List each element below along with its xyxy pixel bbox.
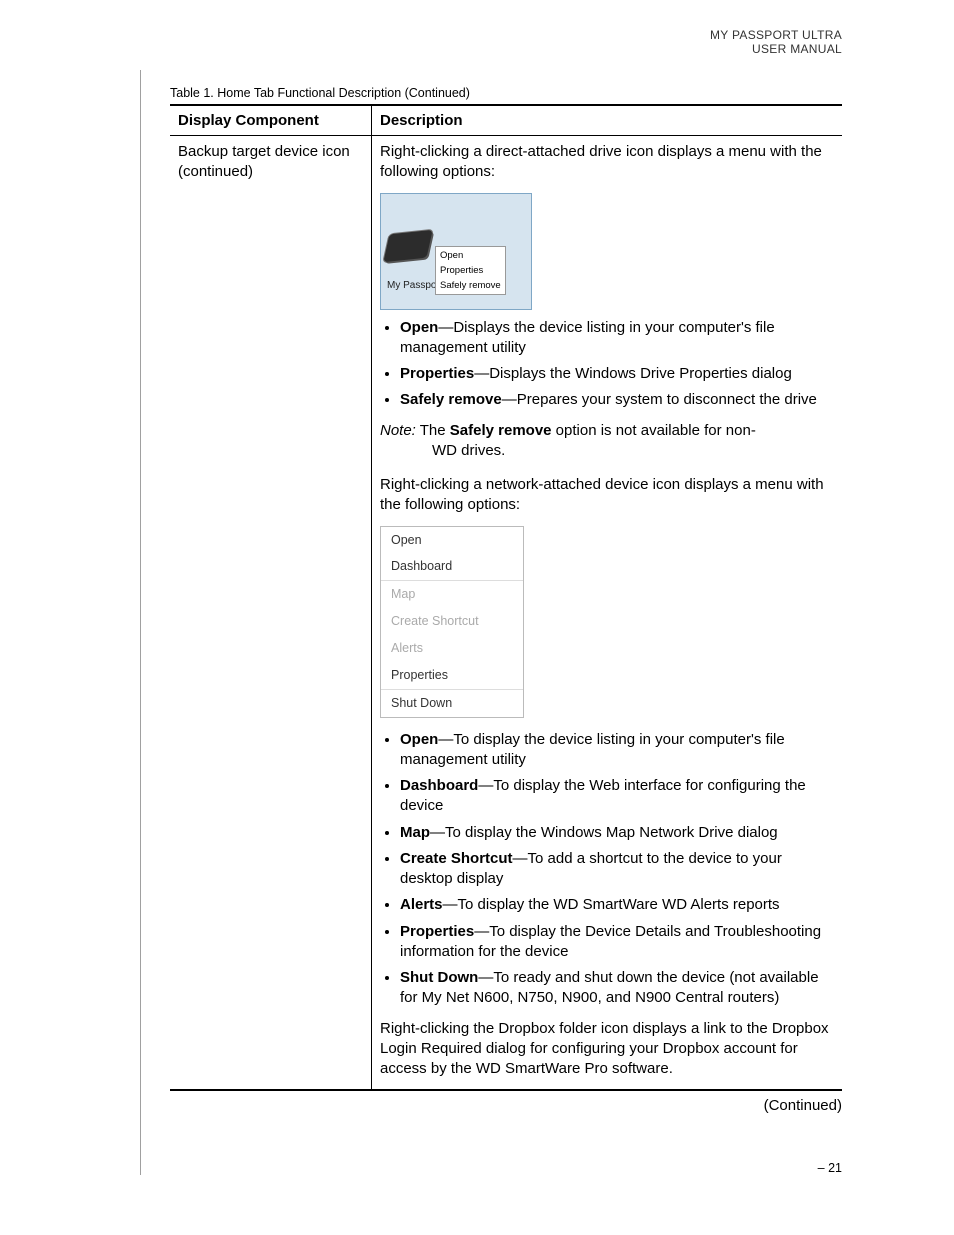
menu-item-open: Open [381,527,523,554]
para-direct-attached: Right-clicking a direct-attached drive i… [380,142,834,183]
menu-item-dashboard: Dashboard [381,553,523,580]
menu-item-create-shortcut: Create Shortcut [381,608,523,635]
doc-type: USER MANUAL [710,42,842,56]
list-item: Shut Down—To ready and shut down the dev… [400,968,834,1009]
screenshot-direct-drive-menu: My Passpo Open Properties Safely remove [380,193,532,310]
term: Alerts [400,896,443,913]
list-item: Map—To display the Windows Map Network D… [400,823,834,843]
note-bold: Safely remove [450,422,552,439]
description-table: Display Component Description Backup tar… [170,104,842,1091]
def-open: —Displays the device listing in your com… [400,319,775,356]
context-menu: Open Properties Safely remove [435,246,506,296]
note-label: Note: [380,422,416,439]
table-row: Backup target device icon (continued) Ri… [170,136,842,1091]
term: Shut Down [400,969,478,986]
menu-item-shut-down: Shut Down [381,690,523,717]
cell-description: Right-clicking a direct-attached drive i… [372,136,843,1091]
product-name: MY PASSPORT ULTRA [710,28,842,42]
th-description: Description [372,105,843,136]
def-properties: —Displays the Windows Drive Properties d… [474,365,792,382]
list-item: Open—Displays the device listing in your… [400,318,834,359]
list-item: Alerts—To display the WD SmartWare WD Al… [400,895,834,915]
menu-item-safely-remove: Safely remove [440,278,501,293]
network-options-list: Open—To display the device listing in yo… [380,730,834,1009]
list-item: Open—To display the device listing in yo… [400,730,834,771]
menu-item-open: Open [440,248,501,263]
term-safely-remove: Safely remove [400,391,502,408]
table-caption: Table 1. Home Tab Functional Description… [170,86,842,100]
term: Properties [400,923,474,940]
note-pre: The [420,422,450,439]
menu-item-properties: Properties [440,263,501,278]
term: Create Shortcut [400,850,513,867]
def: —To display the Windows Map Network Driv… [430,824,778,841]
menu-item-properties: Properties [381,662,523,689]
menu-item-alerts: Alerts [381,635,523,662]
para-network-attached: Right-clicking a network-attached device… [380,475,834,516]
continued-label: (Continued) [170,1097,842,1114]
note-block: Note: The Safely remove option is not av… [380,421,834,462]
margin-rule [140,70,141,1175]
term: Map [400,824,430,841]
list-item: Dashboard—To display the Web interface f… [400,776,834,817]
term: Open [400,731,438,748]
th-display-component: Display Component [170,105,372,136]
term: Dashboard [400,777,478,794]
list-item: Create Shortcut—To add a shortcut to the… [400,849,834,890]
cell-component: Backup target device icon (continued) [170,136,372,1091]
direct-options-list: Open—Displays the device listing in your… [380,318,834,411]
list-item: Properties—To display the Device Details… [400,922,834,963]
term-properties: Properties [400,365,474,382]
def: —To display the device listing in your c… [400,731,785,768]
list-item: Properties—Displays the Windows Drive Pr… [400,364,834,384]
menu-item-map: Map [381,581,523,608]
list-item: Safely remove—Prepares your system to di… [400,390,834,410]
para-dropbox: Right-clicking the Dropbox folder icon d… [380,1019,834,1080]
page-number: – 21 [818,1161,842,1175]
drive-icon [383,229,432,261]
drive-label: My Passpo [387,279,436,293]
def: —To display the WD SmartWare WD Alerts r… [443,896,780,913]
term-open: Open [400,319,438,336]
note-post: option is not available for non- [552,422,756,439]
note-line2: WD drives. [380,441,834,461]
def-safely-remove: —Prepares your system to disconnect the … [502,391,817,408]
doc-header: MY PASSPORT ULTRA USER MANUAL [710,28,842,57]
screenshot-network-menu: Open Dashboard Map Create Shortcut Alert… [380,526,524,718]
